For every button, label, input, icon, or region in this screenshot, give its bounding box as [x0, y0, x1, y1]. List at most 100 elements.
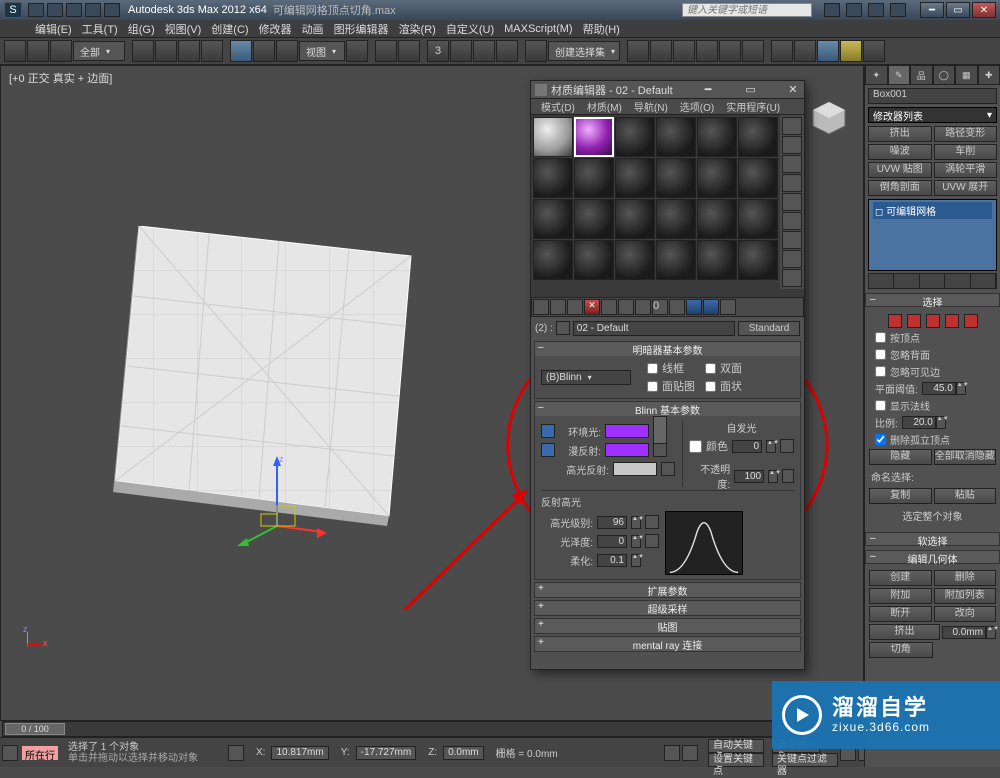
- sample-uv-icon[interactable]: [782, 174, 802, 192]
- keymode-button[interactable]: [398, 40, 420, 62]
- qat-icon[interactable]: [66, 3, 82, 17]
- go-sibling-icon[interactable]: [720, 299, 736, 315]
- chk-byvertex[interactable]: 按顶点: [875, 330, 990, 345]
- curve-editor-button[interactable]: [696, 40, 718, 62]
- select-by-mat-icon[interactable]: [782, 250, 802, 268]
- unhide-button[interactable]: 全部取消隐藏: [934, 449, 997, 465]
- sample-21[interactable]: [615, 240, 655, 280]
- m-options[interactable]: 选项(O): [674, 99, 720, 114]
- search-input[interactable]: [682, 3, 812, 17]
- m-mode[interactable]: 模式(D): [535, 99, 581, 114]
- medit-title-bar[interactable]: 材质编辑器 - 02 - Default ━ ▭ ✕: [531, 81, 804, 99]
- minimize-button[interactable]: ━: [920, 2, 944, 18]
- layers-button[interactable]: [673, 40, 695, 62]
- edit-named-sel-button[interactable]: [525, 40, 547, 62]
- m-material[interactable]: 材质(M): [581, 99, 628, 114]
- tab-utilities[interactable]: ✚: [978, 65, 1000, 85]
- qat-icon[interactable]: [47, 3, 63, 17]
- tag-icon[interactable]: [664, 745, 680, 761]
- chk-two-sided[interactable]: 双面: [705, 360, 742, 376]
- menu-graph[interactable]: 图形编辑器: [329, 21, 394, 37]
- ambient-lock-icon[interactable]: [541, 424, 555, 438]
- btn-lathe[interactable]: 车削: [934, 144, 998, 160]
- subobj-vertex-icon[interactable]: [888, 314, 902, 328]
- roll-select[interactable]: 选择: [865, 293, 1000, 307]
- pivot-button[interactable]: [346, 40, 368, 62]
- stack-tools[interactable]: [868, 273, 997, 289]
- quick-render-button[interactable]: [840, 40, 862, 62]
- selection-filter[interactable]: 全部: [73, 41, 125, 61]
- sample-24[interactable]: [738, 240, 778, 280]
- copy-button[interactable]: 复制: [869, 488, 932, 504]
- ambient-lock2-icon[interactable]: [653, 416, 667, 446]
- material-editor-button[interactable]: [742, 40, 764, 62]
- put-to-lib-icon[interactable]: [635, 299, 651, 315]
- chk-shownormals[interactable]: 显示法线: [875, 398, 990, 413]
- window-crossing-button[interactable]: [201, 40, 223, 62]
- scale-value[interactable]: [902, 416, 936, 429]
- manip-button[interactable]: [375, 40, 397, 62]
- tab-display[interactable]: ▦: [955, 65, 978, 85]
- sample-19[interactable]: [533, 240, 573, 280]
- named-selection-set[interactable]: 创建选择集: [548, 41, 620, 61]
- sample-16[interactable]: [656, 199, 696, 239]
- gloss-map-slot[interactable]: [645, 534, 659, 548]
- menu-group[interactable]: 组(G): [123, 21, 160, 37]
- script-mini-icon[interactable]: [2, 745, 18, 761]
- sample-slots[interactable]: [531, 115, 780, 289]
- subobj-poly-icon[interactable]: [945, 314, 959, 328]
- menu-edit[interactable]: 编辑(E): [30, 21, 77, 37]
- specular-map-slot[interactable]: [661, 462, 675, 476]
- medit-minimize-button[interactable]: ━: [701, 83, 715, 97]
- menu-custom[interactable]: 自定义(U): [441, 21, 499, 37]
- chk-faceted[interactable]: 面状: [705, 378, 742, 394]
- put-mat-icon[interactable]: [550, 299, 566, 315]
- sample-20[interactable]: [574, 240, 614, 280]
- menu-anim[interactable]: 动画: [297, 21, 329, 37]
- key-filters[interactable]: 关键点过滤器: [772, 753, 838, 767]
- menu-help[interactable]: 帮助(H): [578, 21, 625, 37]
- menu-render[interactable]: 渲染(R): [394, 21, 441, 37]
- coord-system[interactable]: 视图: [299, 41, 345, 61]
- align-button[interactable]: [650, 40, 672, 62]
- material-name-field[interactable]: [573, 321, 735, 336]
- chk-deliso[interactable]: 删除孤立顶点: [875, 432, 990, 447]
- sample-10[interactable]: [656, 158, 696, 198]
- sample-13[interactable]: [533, 199, 573, 239]
- sample-6[interactable]: [738, 117, 778, 157]
- get-mat-icon[interactable]: [533, 299, 549, 315]
- sample-3[interactable]: [615, 117, 655, 157]
- roll-softsel[interactable]: 软选择: [865, 532, 1000, 546]
- sample-14[interactable]: [574, 199, 614, 239]
- sample-8[interactable]: [574, 158, 614, 198]
- sample-4[interactable]: [656, 117, 696, 157]
- make-copy-icon[interactable]: [601, 299, 617, 315]
- tab-modify[interactable]: ✎: [888, 65, 911, 85]
- render-button[interactable]: [817, 40, 839, 62]
- viewport-label[interactable]: [+0 正交 真实 + 边面]: [9, 70, 112, 86]
- roll-mental-ray[interactable]: mental ray 连接: [535, 637, 800, 651]
- menu-create[interactable]: 创建(C): [206, 21, 253, 37]
- specular-color[interactable]: [613, 462, 657, 476]
- medit-restore-button[interactable]: ▭: [744, 83, 758, 97]
- qat-icon[interactable]: [85, 3, 101, 17]
- sample-11[interactable]: [697, 158, 737, 198]
- reset-mat-icon[interactable]: ✕: [584, 299, 600, 315]
- sample-2-selected[interactable]: [574, 117, 614, 157]
- time-slider-knob[interactable]: 0 / 100: [5, 723, 65, 735]
- time-slider[interactable]: 0 / 100: [2, 721, 862, 737]
- roll-blinn-basic[interactable]: Blinn 基本参数: [535, 402, 800, 416]
- shader-type[interactable]: (B)Blinn: [541, 370, 631, 385]
- material-editor-window[interactable]: 材质编辑器 - 02 - Default ━ ▭ ✕ 模式(D) 材质(M) 导…: [530, 80, 805, 670]
- object-name-field[interactable]: Box001: [868, 88, 997, 104]
- menu-view[interactable]: 视图(V): [160, 21, 207, 37]
- soften-value[interactable]: [597, 554, 627, 567]
- create-button[interactable]: 创建: [869, 570, 932, 586]
- color-toggle[interactable]: [689, 440, 702, 453]
- chk-wire[interactable]: 线框: [647, 360, 695, 376]
- m-nav[interactable]: 导航(N): [628, 99, 674, 114]
- roll-shader-basic[interactable]: 明暗器基本参数: [535, 342, 800, 356]
- btn-bevel[interactable]: 倒角剖面: [868, 180, 932, 196]
- make-preview-icon[interactable]: [782, 212, 802, 230]
- move-gizmo[interactable]: z: [237, 456, 327, 546]
